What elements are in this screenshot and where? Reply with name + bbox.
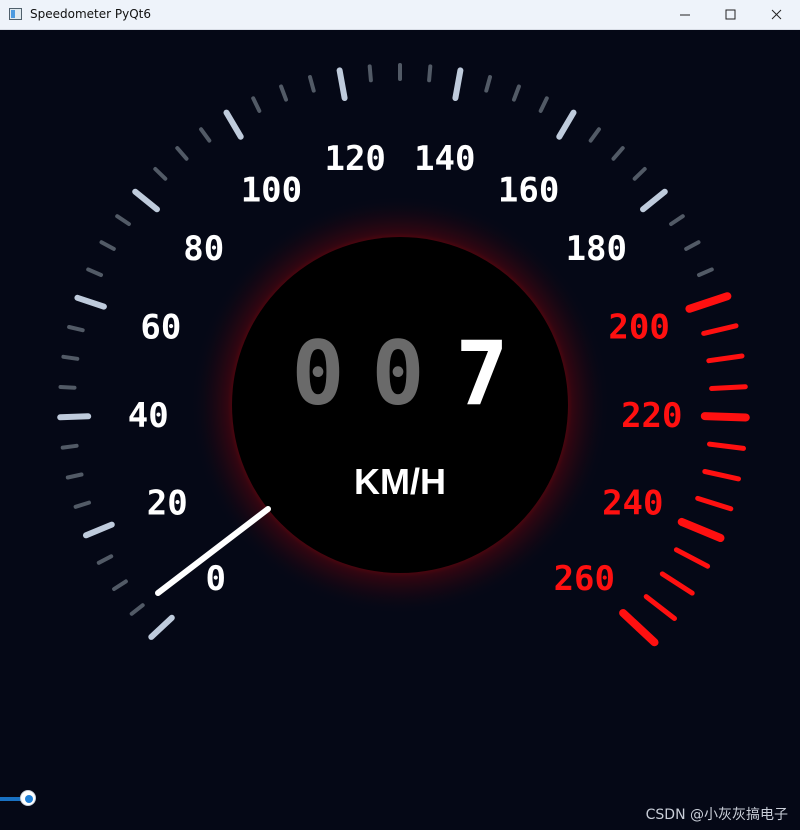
minor-tick	[129, 603, 145, 616]
minor-tick	[697, 267, 714, 277]
speed-unit: KM/H	[354, 461, 446, 502]
minor-tick	[538, 96, 549, 113]
speed-label-120: 120	[324, 139, 385, 179]
minor-tick	[67, 325, 85, 333]
minor-tick	[86, 267, 103, 277]
major-tick	[700, 412, 750, 422]
minor-tick	[701, 323, 739, 336]
speed-label-20: 20	[147, 484, 188, 524]
minor-tick	[115, 214, 131, 226]
minor-tick	[112, 579, 128, 591]
minor-tick	[65, 472, 84, 480]
speed-label-40: 40	[128, 396, 169, 436]
speedometer-window: Speedometer PyQt6 0 20 40 60 80 100 120 …	[0, 0, 800, 830]
speed-label-60: 60	[140, 308, 181, 348]
minor-tick	[153, 167, 168, 181]
minor-tick	[427, 64, 433, 83]
minimize-button[interactable]	[662, 0, 708, 30]
minor-tick	[58, 385, 77, 390]
speed-label-140: 140	[414, 139, 475, 179]
minor-tick	[99, 240, 116, 251]
minor-tick	[484, 75, 492, 93]
csdn-watermark: CSDN @小灰灰搞电子	[645, 807, 788, 823]
speed-label-220: 220	[621, 396, 682, 436]
minor-tick	[632, 167, 647, 181]
speed-label-160: 160	[498, 170, 559, 210]
minimize-icon	[680, 14, 690, 16]
minor-tick	[611, 146, 625, 161]
minor-tick	[588, 127, 601, 143]
minor-tick	[659, 571, 695, 596]
speed-label-200: 200	[608, 308, 669, 348]
minor-tick	[702, 469, 741, 482]
minor-tick	[251, 96, 262, 113]
speed-slider-handle[interactable]	[20, 790, 36, 806]
major-tick	[640, 188, 668, 213]
minor-tick	[643, 594, 677, 621]
major-tick	[685, 292, 732, 313]
major-tick	[619, 609, 659, 647]
maximize-icon	[725, 9, 736, 20]
major-tick	[74, 294, 107, 310]
app-icon	[9, 8, 22, 20]
speed-label-80: 80	[183, 229, 224, 269]
minor-tick	[367, 64, 373, 83]
minor-tick	[707, 441, 746, 451]
minor-tick	[73, 500, 91, 509]
minor-tick	[695, 495, 734, 512]
speed-label-0: 0	[205, 559, 225, 599]
minor-tick	[96, 554, 114, 565]
minor-tick	[684, 240, 701, 251]
minor-tick	[175, 146, 189, 161]
maximize-button[interactable]	[708, 0, 754, 30]
speedometer-gauge: 0 20 40 6080 100 120 140 160180 200 220 240 260 0 0…	[57, 63, 750, 647]
speed-label-100: 100	[241, 170, 302, 210]
minor-tick	[60, 443, 79, 450]
major-tick	[132, 188, 160, 213]
minor-tick	[308, 75, 316, 93]
major-tick	[336, 67, 348, 101]
digit-ones: 7	[456, 322, 509, 425]
window-title: Speedometer PyQt6	[30, 7, 151, 21]
major-tick	[556, 109, 577, 140]
minor-tick	[279, 84, 288, 102]
minor-tick	[669, 214, 685, 226]
close-button[interactable]	[754, 0, 800, 30]
minor-tick	[512, 84, 521, 102]
digit-tens: 0	[372, 322, 425, 425]
speed-label-240: 240	[602, 484, 663, 524]
speed-label-180: 180	[566, 229, 627, 269]
minor-tick	[61, 354, 80, 361]
major-tick	[57, 413, 92, 421]
close-icon	[771, 9, 782, 20]
major-tick	[677, 517, 725, 542]
speed-label-260: 260	[554, 559, 615, 599]
major-tick	[452, 67, 464, 101]
minor-tick	[709, 384, 748, 391]
major-tick	[83, 521, 115, 539]
digit-hundreds: 0	[292, 322, 345, 425]
minor-tick	[673, 547, 711, 569]
minor-tick	[706, 353, 745, 364]
major-tick	[223, 109, 244, 140]
major-tick	[148, 614, 175, 640]
title-bar: Speedometer PyQt6	[0, 0, 800, 30]
minor-tick	[199, 127, 212, 143]
